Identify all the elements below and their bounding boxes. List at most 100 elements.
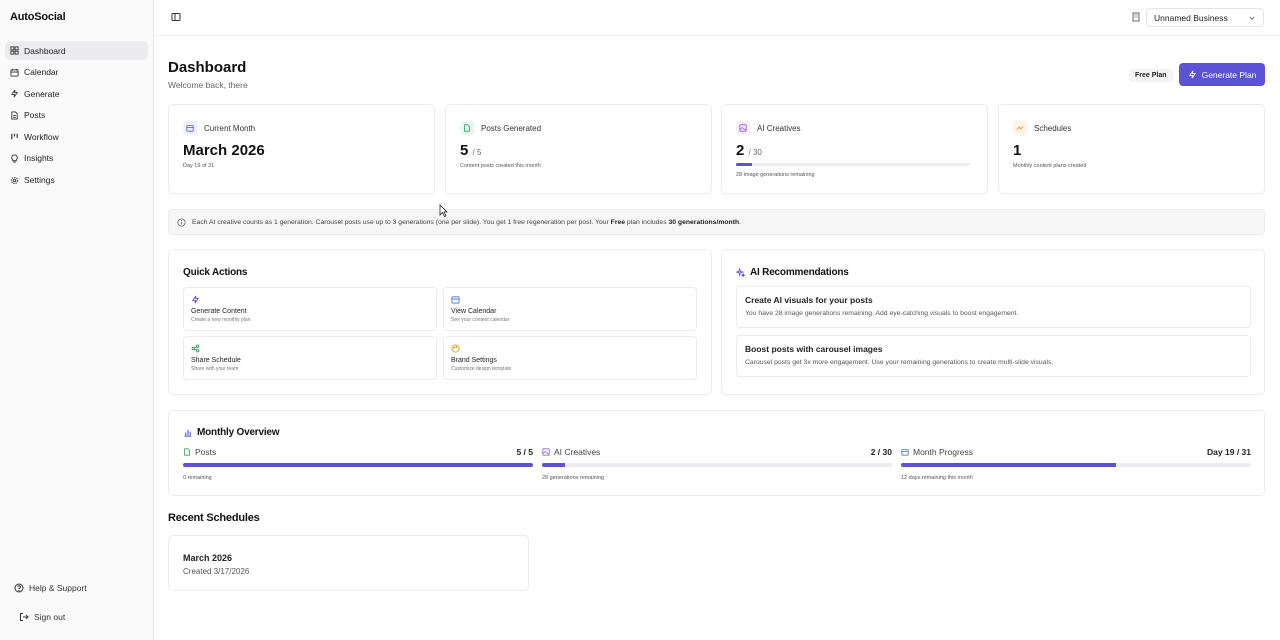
sidebar-nav: Dashboard Calendar Generate Posts Workfl… [5, 41, 148, 192]
overview-head: Month Progress [901, 447, 1251, 457]
stat-of: / 5 [472, 148, 482, 157]
stat-head: AI Creatives [736, 121, 801, 135]
quick-action-sub: Customize design template [451, 366, 512, 372]
brand-logo[interactable]: AutoSocial [10, 11, 66, 23]
sidebar-item-generate[interactable]: Generate [5, 84, 148, 103]
calendar-icon [901, 449, 909, 456]
lightning-icon [10, 89, 19, 98]
overview-progress-bar [542, 463, 892, 467]
sparkle-icon [1188, 70, 1196, 79]
lightning-icon [191, 295, 200, 304]
sidebar-toggle-icon[interactable] [171, 12, 181, 22]
business-select[interactable]: Unnamed Business [1146, 8, 1264, 27]
plan-badge: Free Plan [1129, 69, 1173, 82]
quick-action-share-schedule[interactable]: Share Schedule Share with your team [183, 336, 437, 380]
quick-actions-title: Quick Actions [183, 267, 248, 278]
sidebar-item-settings[interactable]: Settings [5, 171, 148, 190]
overview-head: AI Creatives [542, 447, 892, 457]
stat-number: 2 [736, 142, 745, 159]
overview-label: AI Creatives [554, 447, 601, 457]
schedule-title: March 2026 [183, 553, 233, 563]
help-support-link[interactable]: Help & Support [14, 583, 87, 593]
recommendation-item[interactable]: Create AI visuals for your posts You hav… [736, 286, 1251, 328]
sidebar: AutoSocial Dashboard Calendar Generate P… [0, 0, 154, 640]
generate-plan-button[interactable]: Generate Plan [1179, 63, 1265, 86]
page-subtitle: Welcome back, there [168, 80, 248, 90]
quick-action-view-calendar[interactable]: View Calendar See your content calendar [443, 287, 697, 331]
dashboard-icon [10, 46, 19, 55]
overview-progress-bar [183, 463, 533, 467]
image-icon [542, 448, 550, 456]
sidebar-item-insights[interactable]: Insights [5, 149, 148, 168]
help-icon [14, 583, 24, 593]
recommendation-desc: Carousel posts get 3x more engagement. U… [745, 359, 1054, 366]
sidebar-item-label: Insights [24, 153, 54, 164]
stat-label: Schedules [1034, 123, 1072, 133]
stat-value: March 2026 [183, 142, 265, 159]
monthly-overview-title: Monthly Overview [197, 427, 280, 438]
stat-head: Posts Generated [460, 121, 541, 135]
recommendation-title: Boost posts with carousel images [745, 344, 883, 354]
overview-label: Month Progress [913, 447, 973, 457]
quick-action-sub: See your content calendar [451, 317, 510, 323]
progress-fill [736, 163, 752, 166]
schedule-created: Created 3/17/2026 [183, 567, 250, 576]
info-quota: 30 generations/month [668, 218, 740, 226]
sidebar-item-label: Workflow [24, 131, 59, 142]
mouse-cursor-icon [439, 204, 448, 217]
palette-icon [451, 344, 460, 353]
quick-action-sub: Share with your team [191, 366, 239, 372]
calendar-icon [183, 121, 197, 135]
creatives-progress-bar [736, 163, 970, 166]
stat-note: 28 image generations remaining [736, 172, 815, 178]
gear-icon [10, 176, 19, 184]
sign-out-icon [20, 613, 29, 621]
overview-note: 0 remaining [183, 475, 212, 481]
generate-plan-label: Generate Plan [1201, 69, 1257, 80]
overview-note: 28 generations remaining [542, 475, 605, 481]
schedule-card[interactable]: March 2026 Created 3/17/2026 [168, 535, 529, 591]
building-icon [1132, 12, 1140, 22]
topbar: Unnamed Business [154, 0, 1280, 36]
info-text-part: plan includes [625, 218, 669, 226]
stat-of: / 30 [748, 148, 762, 157]
ai-recommendations-heading: AI Recommendations [736, 267, 849, 278]
quick-action-generate-content[interactable]: Generate Content Create a new monthly pl… [183, 287, 437, 331]
file-icon [11, 111, 18, 120]
progress-fill [183, 463, 533, 467]
trend-icon [1013, 121, 1027, 135]
stat-card-posts: Posts Generated 5 / 5 Content posts crea… [445, 104, 712, 194]
sparkles-icon [736, 268, 745, 277]
sidebar-item-posts[interactable]: Posts [5, 106, 148, 125]
recommendation-item[interactable]: Boost posts with carousel images Carouse… [736, 335, 1251, 377]
quick-actions-card: Quick Actions Generate Content Create a … [168, 249, 712, 395]
help-support-label: Help & Support [29, 583, 87, 593]
info-plan: Free [610, 218, 626, 226]
stat-label: AI Creatives [757, 123, 801, 133]
sidebar-item-calendar[interactable]: Calendar [5, 63, 148, 82]
page-title: Dashboard [168, 59, 247, 76]
info-icon [177, 217, 186, 227]
stat-card-ai-creatives: AI Creatives 2 / 30 28 image generations… [721, 104, 988, 194]
overview-value: Day 19 / 31 [1207, 447, 1251, 457]
main-content: Unnamed Business Dashboard Welcome back,… [154, 0, 1280, 640]
progress-fill [542, 463, 566, 467]
recommendation-desc: You have 28 image generations remaining.… [745, 310, 1019, 317]
calendar-icon [451, 296, 460, 304]
sign-out-link[interactable]: Sign out [19, 612, 65, 622]
overview-progress-bar [901, 463, 1251, 467]
stat-value: 2 / 30 [736, 142, 762, 159]
sidebar-item-label: Posts [24, 110, 46, 121]
sidebar-item-workflow[interactable]: Workflow [5, 127, 148, 146]
sidebar-item-dashboard[interactable]: Dashboard [5, 41, 148, 60]
stat-number: 5 [460, 142, 469, 159]
quick-action-brand-settings[interactable]: Brand Settings Customize design template [443, 336, 697, 380]
chevron-down-icon [1249, 16, 1255, 20]
recommendation-title: Create AI visuals for your posts [745, 295, 873, 305]
monthly-overview-card: Monthly Overview Posts 5 / 5 0 remaining… [168, 410, 1265, 496]
recent-schedules-title: Recent Schedules [168, 512, 260, 524]
quick-action-title: Generate Content [191, 308, 247, 315]
stat-card-schedules: Schedules 1 Monthly content plans create… [998, 104, 1265, 194]
sidebar-item-label: Dashboard [24, 45, 66, 56]
file-icon [184, 448, 190, 456]
